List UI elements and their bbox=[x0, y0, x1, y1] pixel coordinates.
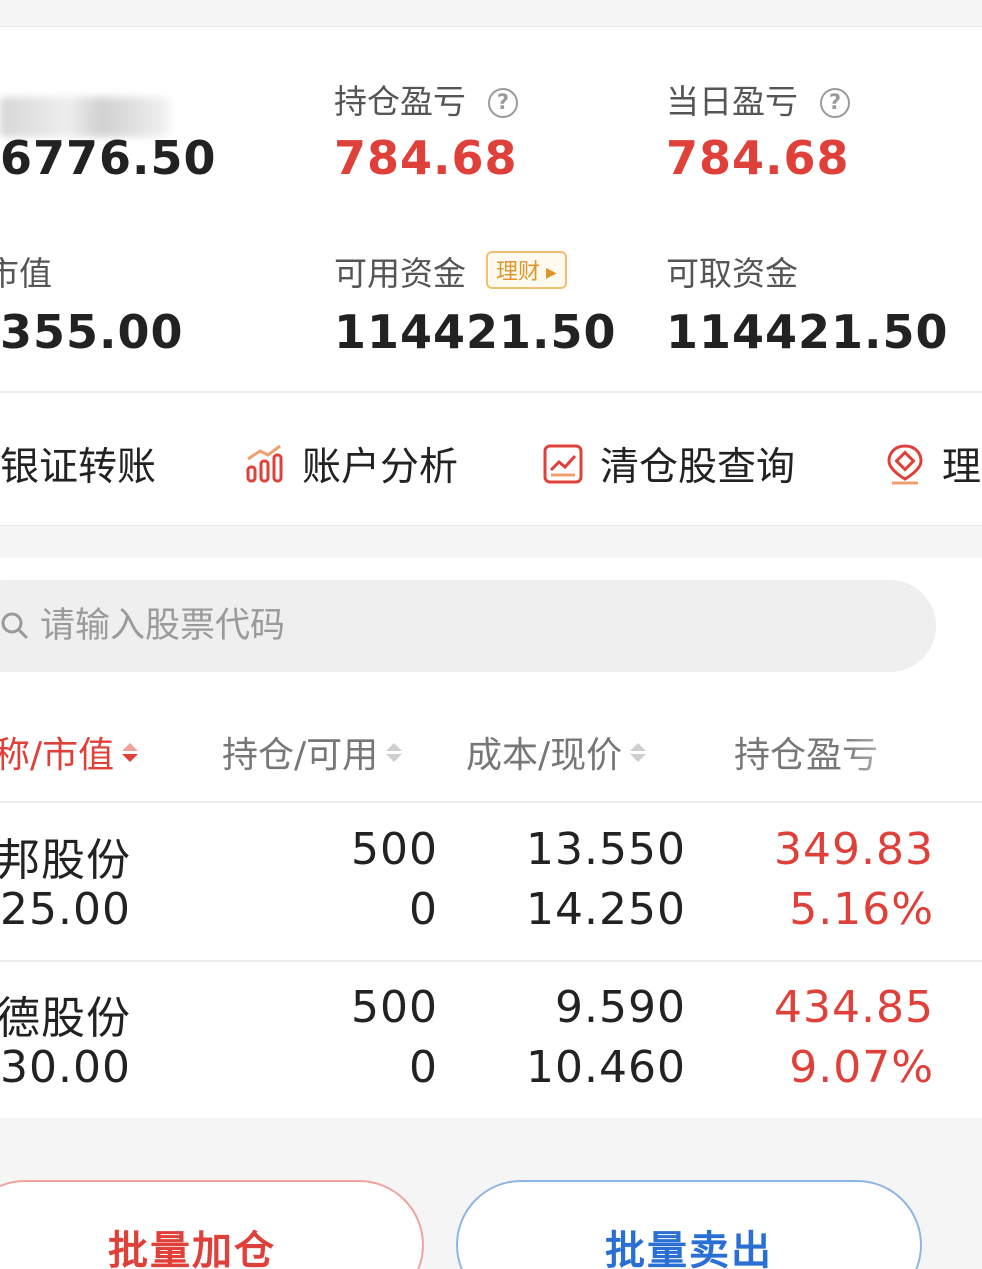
position-pnl-label: 持仓盈亏? bbox=[334, 75, 518, 123]
stock-available: 0 bbox=[409, 1042, 438, 1093]
quick-action-account-analysis[interactable]: 账户分析 bbox=[244, 436, 458, 492]
daily-pnl-value: 784.68 bbox=[666, 131, 850, 185]
column-header-name-market-value[interactable]: 称/市值 bbox=[0, 726, 139, 778]
stock-market-value: 25.00 bbox=[0, 884, 131, 935]
help-icon[interactable]: ? bbox=[488, 88, 518, 118]
column-header-position-available[interactable]: 持仓/可用 bbox=[222, 726, 403, 778]
row-divider bbox=[0, 801, 982, 803]
row-divider bbox=[0, 960, 982, 962]
stock-pnl-pct: 5.16% bbox=[789, 884, 934, 935]
stock-available: 0 bbox=[409, 884, 438, 935]
header-fade-overlay bbox=[840, 718, 982, 778]
sort-icon bbox=[386, 742, 403, 762]
licai-badge-text: 理财 bbox=[496, 260, 541, 285]
stock-pnl-pct: 9.07% bbox=[789, 1042, 934, 1093]
licai-badge[interactable]: 理财 ▶ bbox=[486, 251, 567, 289]
play-arrow-icon: ▶ bbox=[546, 265, 557, 281]
stock-position: 500 bbox=[351, 824, 438, 875]
batch-add-button[interactable]: 批量加仓 bbox=[0, 1180, 424, 1269]
daily-pnl-label: 当日盈亏? bbox=[666, 75, 850, 123]
column-header-cost-price[interactable]: 成本/现价 bbox=[466, 726, 647, 778]
stock-price: 14.250 bbox=[526, 884, 686, 935]
column-header-label: 成本/现价 bbox=[466, 735, 623, 776]
withdrawable-value: 114421.50 bbox=[666, 305, 949, 359]
stock-name: 德股份 bbox=[0, 993, 131, 1044]
position-pnl-value: 784.68 bbox=[334, 131, 518, 185]
stock-search-bar[interactable] bbox=[0, 580, 936, 672]
quick-action-label: 账户分析 bbox=[302, 445, 459, 490]
total-assets-value: 6776.50 bbox=[0, 131, 217, 185]
trend-chart-icon bbox=[543, 444, 583, 484]
stock-name: 邦股份 bbox=[0, 835, 131, 886]
batch-sell-label: 批量卖出 bbox=[605, 1228, 773, 1269]
stock-price: 10.460 bbox=[526, 1042, 686, 1093]
bar-chart-icon bbox=[246, 444, 283, 483]
divider bbox=[0, 391, 982, 393]
search-icon bbox=[1, 612, 29, 640]
available-funds-value: 114421.50 bbox=[334, 305, 617, 359]
available-funds-label: 可用资金 理财 ▶ bbox=[334, 247, 567, 295]
batch-add-label: 批量加仓 bbox=[108, 1228, 276, 1269]
sort-icon bbox=[122, 742, 139, 762]
stock-position: 500 bbox=[351, 982, 438, 1033]
batch-sell-button[interactable]: 批量卖出 bbox=[456, 1180, 922, 1269]
quick-action-cleared-stock-query[interactable]: 清仓股查询 bbox=[542, 436, 795, 492]
market-value-label: 市值 bbox=[0, 254, 52, 293]
stock-pnl: 349.83 bbox=[774, 824, 934, 875]
quick-action-label: 清仓股查询 bbox=[600, 445, 796, 490]
market-value-value: 355.00 bbox=[0, 305, 184, 359]
help-icon[interactable]: ? bbox=[820, 88, 850, 118]
quick-action-label: 银证转账 bbox=[0, 445, 157, 490]
stock-cost: 13.550 bbox=[526, 824, 686, 875]
quick-action-transfer[interactable]: 银证转账 bbox=[0, 436, 156, 492]
available-funds-label-text: 可用资金 bbox=[334, 254, 466, 293]
stock-code-input[interactable] bbox=[40, 606, 840, 646]
column-header-label: 持仓/可用 bbox=[222, 735, 379, 776]
stock-pnl: 434.85 bbox=[774, 982, 934, 1033]
quick-action-label: 理 bbox=[942, 445, 982, 490]
stock-market-value: 30.00 bbox=[0, 1042, 131, 1093]
location-coin-icon bbox=[887, 444, 923, 485]
quick-action-wealth[interactable]: 理 bbox=[884, 436, 981, 492]
column-header-label: 称/市值 bbox=[0, 735, 115, 776]
stock-cost: 9.590 bbox=[555, 982, 686, 1033]
daily-pnl-label-text: 当日盈亏 bbox=[666, 82, 798, 121]
sort-icon bbox=[630, 742, 647, 762]
withdrawable-label: 可取资金 bbox=[666, 254, 798, 293]
position-pnl-label-text: 持仓盈亏 bbox=[334, 82, 466, 121]
